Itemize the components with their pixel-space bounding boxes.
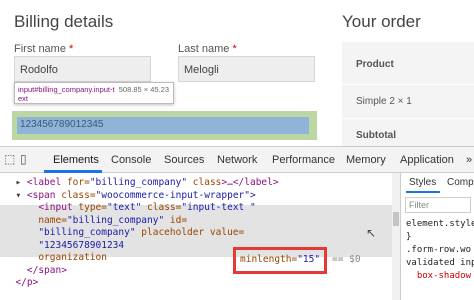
tab-performance[interactable]: Performance <box>272 154 335 166</box>
last-name-label-text: Last name <box>178 43 230 55</box>
dom-node-line[interactable]: organization <box>4 252 107 263</box>
tab-elements[interactable]: Elements <box>53 154 99 166</box>
minlength-attr-name: minlength= <box>240 254 298 265</box>
dom-node-line[interactable]: ▸ <label for="billing_company" class>…</… <box>4 177 278 188</box>
tab-console[interactable]: Console <box>111 154 151 166</box>
dom-node-line[interactable]: </span> <box>4 265 67 276</box>
billing-details-title: Billing details <box>14 12 114 31</box>
last-name-label: Last name * <box>178 43 237 55</box>
dom-node-line[interactable]: name="billing_company" id= <box>4 215 187 226</box>
dom-node-line[interactable]: "12345678901234 <box>4 240 124 251</box>
tab-styles[interactable]: Styles <box>409 177 436 188</box>
order-product-header: Product <box>356 59 394 70</box>
styles-filter-input[interactable]: Filter <box>405 197 471 213</box>
order-item: Simple 2 × 1 <box>356 96 412 107</box>
order-divider <box>342 84 474 85</box>
your-order-title: Your order <box>342 12 421 31</box>
tooltip-selector: input#billing_company.input-t ext <box>18 85 115 103</box>
company-input[interactable]: 123456789012345 <box>17 117 309 134</box>
styles-panel: Styles Comp Filter element.style} .form-r… <box>400 173 474 300</box>
required-mark: * <box>232 43 237 55</box>
web-page: Billing details Your order First name * … <box>0 0 474 146</box>
minlength-attr-value: "15" <box>297 254 321 265</box>
first-name-label-text: First name <box>14 43 66 55</box>
order-subtotal-label: Subtotal <box>356 130 396 141</box>
minlength-attribute[interactable]: minlength="15" <box>240 254 326 265</box>
tab-memory[interactable]: Memory <box>346 154 386 166</box>
style-rule-line: } <box>406 232 412 242</box>
elements-scrollbar[interactable] <box>392 173 400 300</box>
tab-computed[interactable]: Comp <box>447 177 474 188</box>
more-tabs-icon[interactable]: » <box>466 154 472 166</box>
inspect-element-icon[interactable]: ⬚ <box>4 152 15 166</box>
dom-ref-label: == $0 <box>332 254 361 265</box>
tooltip-size: 508.85 × 45.23 <box>118 85 169 94</box>
order-divider <box>342 118 474 119</box>
dom-node-line[interactable]: <input type="text" class="input-text " <box>4 202 255 213</box>
dom-node-line[interactable]: </p> <box>4 277 38 288</box>
required-mark: * <box>69 43 74 55</box>
first-name-input[interactable]: Rodolfo <box>14 56 151 82</box>
tab-sources[interactable]: Sources <box>164 154 204 166</box>
mouse-cursor-icon: ↖ <box>366 226 377 240</box>
elements-scroll-thumb[interactable] <box>393 212 399 226</box>
tab-application[interactable]: Application <box>400 154 454 166</box>
style-rule-line: box-shadow <box>406 271 472 281</box>
element-inspector-tooltip: input#billing_company.input-t ext 508.85… <box>14 82 174 104</box>
dom-node-line[interactable]: ▾ <span class="woocommerce-input-wrapper… <box>4 190 255 201</box>
style-rule-line: .form-row.wo <box>406 245 472 255</box>
dom-node-line[interactable]: "billing_company" placeholder value= <box>4 227 244 238</box>
devtools-tab-bar: ⬚ ▯ Elements Console Sources Network Per… <box>0 146 474 173</box>
order-summary: Product Simple 2 × 1 Subtotal <box>342 42 474 146</box>
style-rule-line: validated inp <box>406 258 474 268</box>
styles-tab-indicator <box>406 191 440 193</box>
tab-network[interactable]: Network <box>217 154 257 166</box>
style-rule-line: element.style <box>406 219 474 229</box>
device-toolbar-icon[interactable]: ▯ <box>20 152 27 166</box>
first-name-label: First name * <box>14 43 73 55</box>
last-name-input[interactable]: Melogli <box>178 56 315 82</box>
elements-panel: ▸ <label for="billing_company" class>…</… <box>0 173 400 300</box>
